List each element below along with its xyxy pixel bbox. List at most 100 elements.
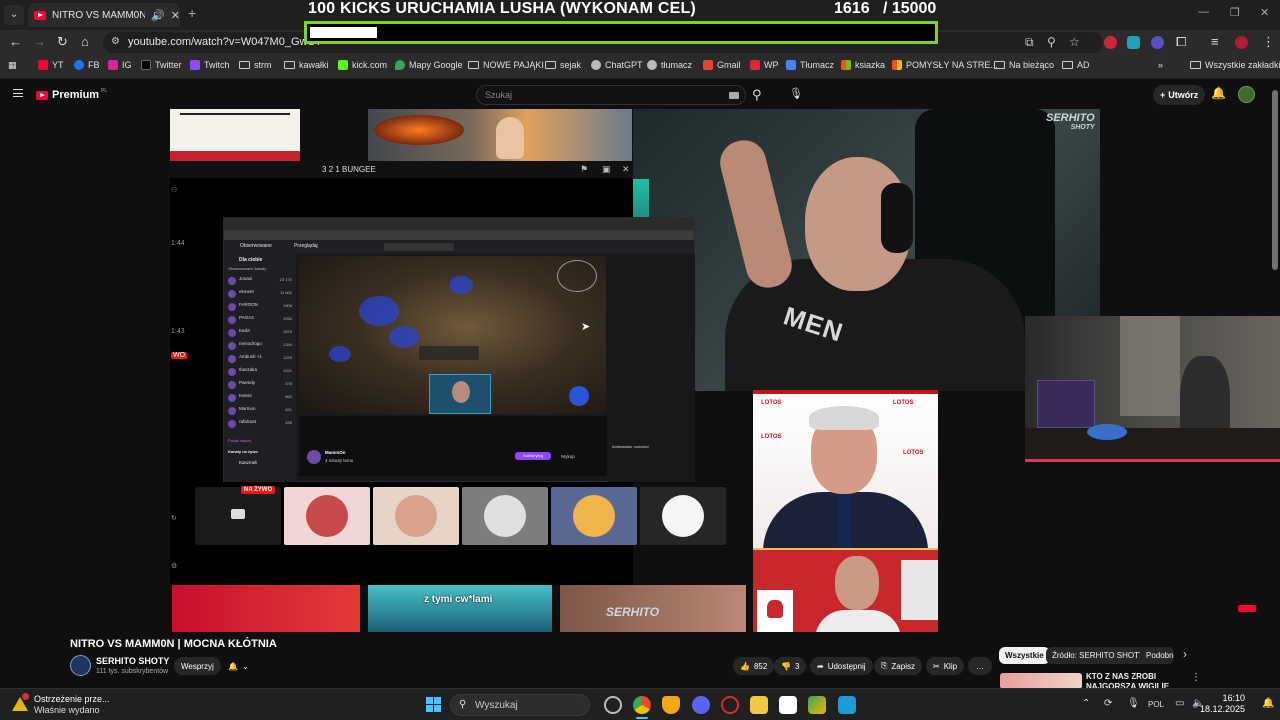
recommended-title[interactable]: KTO Z NAS ZROBI NAJGORSZĄ WIGILIĘ [1086, 672, 1194, 689]
support-button[interactable]: Wesprzyj [174, 657, 221, 675]
site-info-icon[interactable]: ⚙ [111, 36, 120, 47]
tray-app-icon[interactable]: ⟳ [1104, 698, 1112, 709]
minimize-icon[interactable]: — [1198, 6, 1209, 18]
dislike-button[interactable]: 👎 3 [774, 657, 807, 675]
zoom-icon[interactable]: ⚲ [1047, 35, 1056, 49]
page-scrollbar[interactable] [1272, 90, 1278, 270]
chip-similar[interactable]: Podobne [1140, 647, 1174, 664]
windows-start-icon[interactable] [426, 697, 441, 712]
apps-grid-icon[interactable]: ▦ [8, 60, 17, 71]
bookmark-item[interactable]: ksiazka [841, 60, 885, 70]
bookmark-folder[interactable]: kawałki [284, 60, 329, 70]
like-button[interactable]: 👍 852 [733, 657, 775, 675]
extension-icon[interactable] [1127, 36, 1140, 49]
gear-icon: ⚙ [171, 563, 178, 570]
bookmark-item[interactable]: tłumacz [647, 60, 692, 70]
chip-source[interactable]: Źródło: SERHITO SHOTY [1046, 647, 1151, 664]
maximize-icon[interactable]: ❐ [1230, 6, 1240, 19]
search-input[interactable]: Szukaj [476, 85, 746, 105]
recommended-thumbnail[interactable] [1000, 673, 1082, 689]
home-icon[interactable]: ⌂ [81, 34, 89, 49]
create-button[interactable]: + Utwórz [1153, 85, 1206, 105]
file-explorer-icon[interactable] [750, 696, 768, 714]
taskview-app-icon[interactable] [604, 696, 622, 714]
bookmark-item[interactable]: FB [74, 60, 100, 70]
bookmark-folder[interactable]: NOWE PAJĄKI [468, 60, 544, 70]
bookmark-item[interactable]: Tłumacz [786, 60, 834, 70]
clock[interactable]: 16:10 18.12.2025 [1200, 693, 1245, 715]
reload-icon[interactable]: ↻ [57, 34, 68, 50]
search-icon[interactable]: ⚲ [752, 87, 762, 103]
channel-name[interactable]: SERHITO SHOTY [96, 656, 169, 666]
account-avatar[interactable] [1238, 86, 1255, 103]
media-icon[interactable]: ≡ [1211, 34, 1219, 49]
keyboard-icon[interactable] [729, 92, 739, 99]
new-tab-button[interactable]: + [188, 5, 196, 21]
speaker-icon[interactable]: 🔊 [151, 9, 165, 22]
close-icon: ✕ [622, 164, 630, 174]
rec-more-icon[interactable]: ⋮ [1191, 672, 1201, 683]
url-text[interactable]: youtube.com/watch?v=W047M0_GwSY [128, 36, 322, 48]
chevron-right-icon[interactable]: » [1158, 60, 1163, 70]
bookmark-item[interactable]: Gmail [703, 60, 741, 70]
channel-avatar [228, 290, 236, 298]
tray-mic-icon[interactable]: 🎙 [1127, 698, 1140, 709]
bookmark-item[interactable]: Twitch [190, 60, 230, 70]
bookmark-item[interactable]: Twitter [141, 60, 182, 70]
chip-all[interactable]: Wszystkie [999, 647, 1050, 664]
more-actions-button[interactable]: … [968, 657, 992, 675]
chrome-app-icon[interactable] [633, 696, 651, 714]
window-close-icon[interactable]: ✕ [1260, 6, 1269, 19]
clip-button[interactable]: ✂ Klip [926, 657, 965, 675]
notifications-bell-icon[interactable]: 🔔 [1211, 86, 1226, 100]
bookmark-folder[interactable]: strm [239, 60, 272, 70]
browser-tab[interactable]: NITRO VS MAMM0N | MO 🔊 ✕ [28, 3, 180, 27]
tray-chevron-icon[interactable]: ⌃ [1082, 698, 1090, 709]
extensions-puzzle-icon[interactable]: ⧠ [1176, 34, 1186, 50]
inner-window-titlebar: 3 2 1 BUNGEE ⚑ ▣ ✕ [170, 162, 633, 178]
followed-channel-row: Keleni 862 [228, 393, 294, 403]
share-button[interactable]: ➦ Udostępnij [810, 657, 873, 675]
channel-avatar[interactable] [70, 655, 91, 676]
app-icon[interactable] [808, 696, 826, 714]
brave-app-icon[interactable] [662, 696, 680, 714]
notification-title[interactable]: Ostrzeżenie prze... [34, 694, 110, 704]
opera-app-icon[interactable] [721, 696, 739, 714]
notification-bell-button[interactable]: 🔔 ⌄ [221, 657, 256, 675]
bookmark-item[interactable]: POMYSŁY NA STRE... [892, 60, 998, 70]
microphone-icon[interactable]: 🎙 [789, 87, 803, 100]
bookmark-item[interactable]: IG [108, 60, 132, 70]
youtube-logo[interactable]: Premium PL [36, 88, 107, 101]
bookmark-item[interactable]: ChatGPT [591, 60, 643, 70]
extension-record-icon[interactable] [1104, 36, 1117, 49]
bookmark-item[interactable]: YT [38, 60, 64, 70]
bookmark-folder[interactable]: sejak [545, 60, 581, 70]
discord-app-icon[interactable] [692, 696, 710, 714]
language-indicator[interactable]: POL [1148, 700, 1164, 709]
tab-list-button[interactable]: ⌄ [4, 5, 24, 25]
all-bookmarks[interactable]: Wszystkie zakładki [1190, 60, 1280, 70]
bookmark-item[interactable]: Mapy Google [395, 60, 463, 70]
bookmark-item[interactable]: WP [750, 60, 779, 70]
save-button[interactable]: ⎘ Zapisz [874, 657, 922, 675]
notification-subtitle[interactable]: Właśnie wydano [34, 705, 100, 715]
extension-icon[interactable] [1151, 36, 1164, 49]
notepad-app-icon[interactable] [838, 696, 856, 714]
bookmark-folder[interactable]: Na bieżąco [994, 60, 1054, 70]
notification-center-icon[interactable]: 🔔 [1262, 698, 1274, 709]
youtube-favicon-icon [34, 10, 46, 20]
back-icon[interactable]: ← [9, 34, 22, 49]
bookmark-star-icon[interactable]: ☆ [1069, 35, 1080, 49]
forward-icon[interactable]: → [33, 34, 46, 49]
network-icon[interactable]: ▭ [1175, 698, 1184, 709]
taskbar-search-input[interactable]: ⚲ Wyszukaj [450, 694, 590, 716]
chevron-right-icon[interactable]: › [1183, 647, 1187, 661]
hamburger-menu-icon[interactable] [13, 89, 23, 97]
bookmark-item[interactable]: kick.com [338, 60, 387, 70]
menu-kebab-icon[interactable]: ⋮ [1262, 34, 1275, 50]
capcut-app-icon[interactable] [779, 696, 797, 714]
bookmark-folder[interactable]: AD [1062, 60, 1090, 70]
install-icon[interactable]: ⧉ [1025, 35, 1034, 50]
profile-icon[interactable] [1235, 36, 1248, 49]
tab-close-icon[interactable]: ✕ [171, 9, 180, 22]
